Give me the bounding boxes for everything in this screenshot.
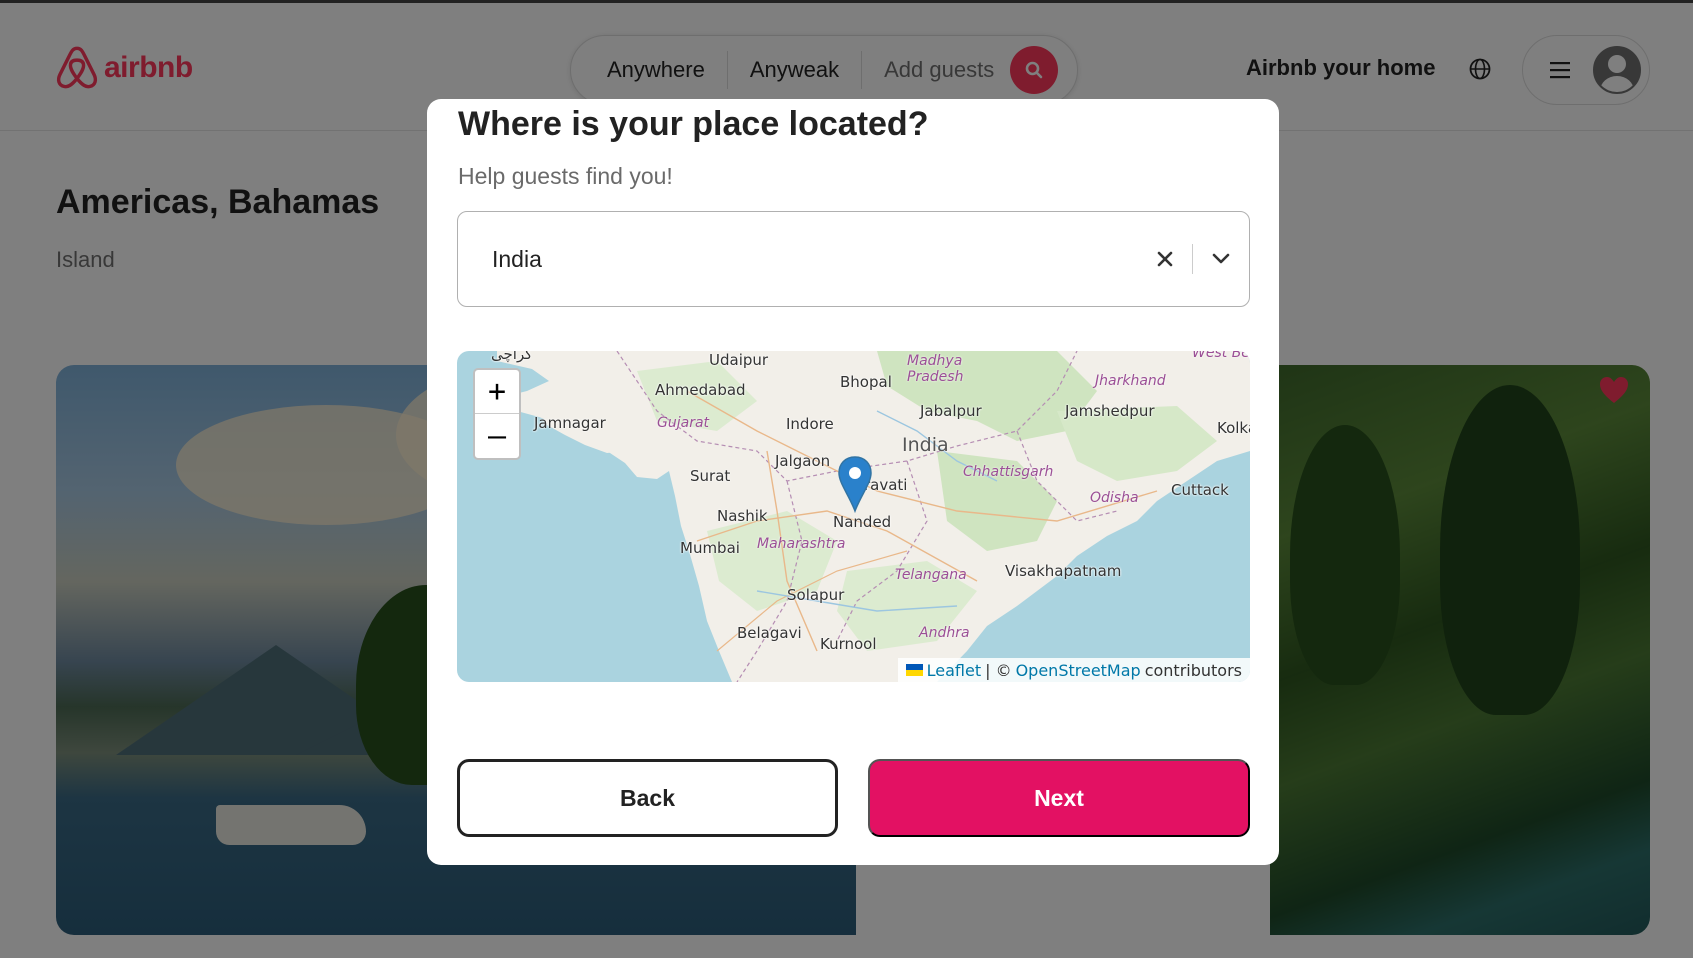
chevron-down-icon [1212, 253, 1230, 264]
map-label-city: Nanded [833, 513, 892, 531]
location-modal: Where is your place located? Help guests… [427, 99, 1279, 865]
map-label-state: Telangana [895, 567, 967, 583]
map-label-city: Belagavi [737, 624, 802, 642]
map-label-city: Visakhapatnam [1005, 562, 1122, 580]
modal-subtitle: Help guests find you! [458, 163, 673, 189]
map-label-state: Andhra [919, 625, 970, 641]
map-label-city: Indore [786, 415, 834, 433]
back-button[interactable]: Back [457, 759, 838, 837]
zoom-in-button[interactable]: + [475, 370, 519, 414]
map-label-city: کراچی [491, 351, 533, 363]
map-label-state: Madhya [907, 353, 963, 369]
map-label-state: Maharashtra [757, 536, 846, 552]
leaflet-link[interactable]: Leaflet [927, 661, 981, 680]
openstreetmap-link[interactable]: OpenStreetMap [1016, 661, 1141, 680]
modal-title: Where is your place located? [458, 105, 929, 143]
clear-selection-button[interactable] [1138, 232, 1192, 286]
map-label-city: Kolka [1217, 419, 1250, 437]
map-label-city: Jabalpur [920, 402, 982, 420]
map-marker-icon[interactable] [837, 455, 873, 513]
dropdown-toggle-button[interactable] [1193, 232, 1249, 286]
map-label-city: Udaipur [709, 351, 769, 369]
country-select[interactable]: India [457, 211, 1250, 307]
map-label-city: Surat [690, 467, 731, 485]
map-label-city: Kurnool [820, 635, 877, 653]
map-label-city: Nashik [717, 507, 768, 525]
zoom-out-button[interactable]: – [475, 414, 519, 458]
attribution-separator: | © [985, 660, 1012, 680]
location-map[interactable]: کراچی Udaipur Madhya West Be Bhopal Prad… [457, 351, 1250, 682]
map-zoom-control: + – [473, 368, 521, 460]
map-label-state: Jharkhand [1095, 373, 1166, 389]
map-label-city: Jamshedpur [1065, 402, 1155, 420]
country-select-value: India [492, 245, 542, 272]
map-label-city: Bhopal [840, 373, 892, 391]
map-label-city: Solapur [787, 586, 845, 604]
map-label-city: Jalgaon [775, 452, 831, 470]
map-label-state: Odisha [1090, 490, 1139, 506]
map-label-state: Gujarat [657, 415, 710, 431]
ukraine-flag-icon [905, 664, 923, 676]
map-label-city: Mumbai [680, 539, 740, 557]
attribution-suffix: contributors [1144, 660, 1242, 680]
map-label-state: West Be [1192, 351, 1250, 361]
close-icon [1157, 251, 1173, 267]
map-attribution: Leaflet | © OpenStreetMap contributors [897, 658, 1250, 682]
map-label-country: India [902, 434, 949, 456]
map-label-state: Chhattisgarh [963, 464, 1054, 480]
map-label-city: Cuttack [1171, 481, 1229, 499]
map-label-city: Ahmedabad [655, 381, 746, 399]
map-label-state: Pradesh [907, 369, 964, 385]
next-button[interactable]: Next [868, 759, 1250, 837]
map-label-city: Jamnagar [534, 414, 606, 432]
